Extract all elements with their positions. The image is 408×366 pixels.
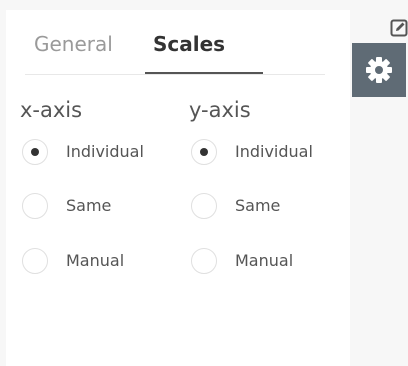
- y-axis-manual-radio[interactable]: [191, 248, 217, 274]
- tab-bar: General Scales: [25, 32, 325, 75]
- x-axis-option-individual[interactable]: Individual: [19, 136, 179, 170]
- y-axis-same-label: Same: [235, 196, 281, 215]
- y-axis-option-manual[interactable]: Manual: [188, 245, 348, 279]
- x-axis-same-label: Same: [66, 196, 112, 215]
- y-axis-individual-label: Individual: [235, 142, 313, 161]
- scales-panel-page: General Scales x-axis Individual Same Ma…: [0, 0, 408, 366]
- x-axis-individual-radio[interactable]: [22, 139, 48, 165]
- gear-icon: [366, 57, 392, 83]
- x-axis-individual-label: Individual: [66, 142, 144, 161]
- y-axis-individual-radio[interactable]: [191, 139, 217, 165]
- x-axis-option-manual[interactable]: Manual: [19, 245, 179, 279]
- x-axis-group: x-axis Individual Same Manual: [19, 98, 189, 274]
- y-axis-option-same[interactable]: Same: [188, 190, 348, 224]
- y-axis-manual-label: Manual: [235, 251, 294, 270]
- settings-button[interactable]: [352, 43, 406, 97]
- x-axis-manual-label: Manual: [66, 251, 125, 270]
- y-axis-same-radio[interactable]: [191, 193, 217, 219]
- y-axis-title: y-axis: [189, 98, 251, 122]
- tab-general[interactable]: General: [34, 32, 113, 56]
- tab-scales[interactable]: Scales: [153, 32, 225, 56]
- y-axis-option-individual[interactable]: Individual: [188, 136, 348, 170]
- edit-icon[interactable]: [390, 19, 408, 37]
- y-axis-group: y-axis Individual Same Manual: [188, 98, 358, 274]
- x-axis-title: x-axis: [20, 98, 83, 122]
- x-axis-manual-radio[interactable]: [22, 248, 48, 274]
- active-tab-indicator: [145, 72, 263, 74]
- x-axis-option-same[interactable]: Same: [19, 190, 179, 224]
- x-axis-same-radio[interactable]: [22, 193, 48, 219]
